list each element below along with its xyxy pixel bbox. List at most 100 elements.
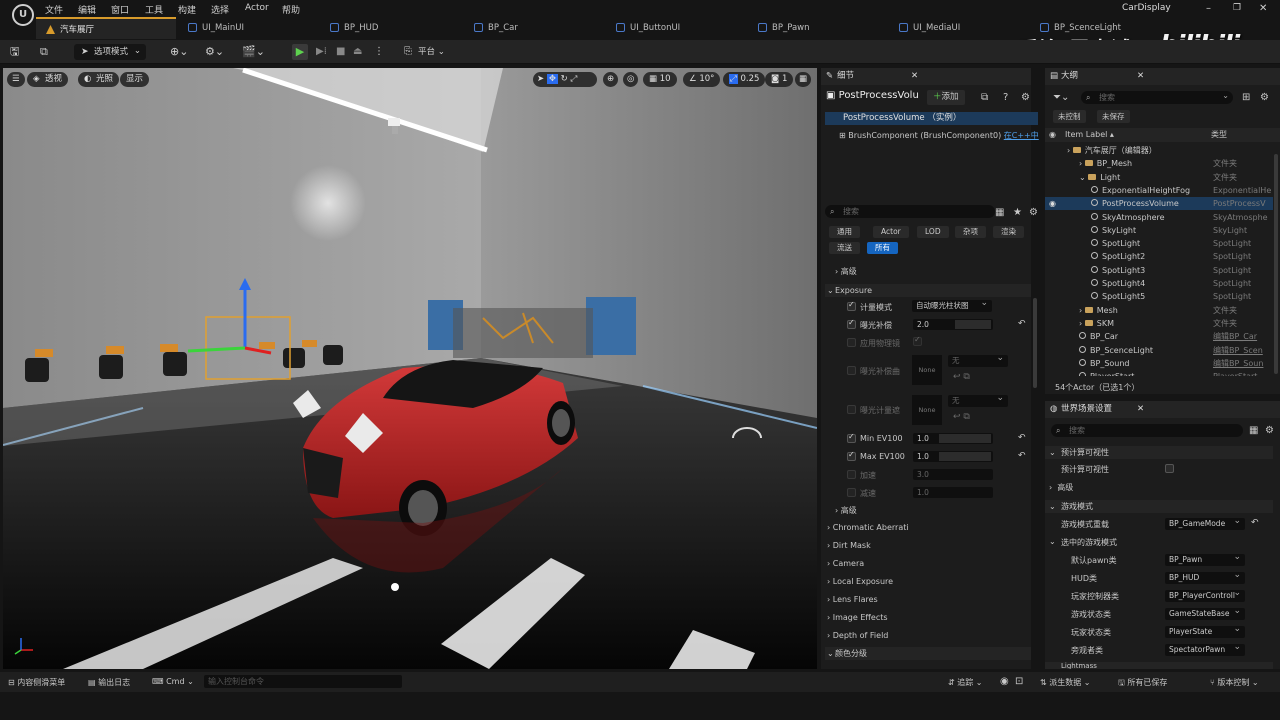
outliner-item[interactable]: ◉ › 汽车展厅（编辑器） [1045, 144, 1273, 157]
viewport-menu-button[interactable]: ☰ [7, 72, 25, 87]
outliner-item[interactable]: ◉ SkyAtmosphere SkyAtmosphe [1045, 211, 1273, 224]
source-control-badge[interactable]: 未控制 [1053, 110, 1086, 123]
blueprint-convert-icon[interactable]: ⧉ [981, 92, 988, 103]
blueprint-menu-icon[interactable]: ⚙⌄ [205, 44, 224, 60]
outliner-item[interactable]: ◉ SkyLight SkyLight [1045, 224, 1273, 237]
game-mode-override-dropdown[interactable]: BP_GameMode [1165, 515, 1245, 530]
stop-icon[interactable]: ■ [336, 44, 345, 60]
outliner-item[interactable]: ◉ › SKM 文件夹 [1045, 317, 1273, 330]
visibility-eye-icon[interactable]: ◉ [1049, 317, 1056, 330]
output-log-button[interactable]: ▤ 输出日志 [88, 677, 130, 688]
visibility-eye-icon[interactable]: ◉ [1049, 197, 1056, 210]
property-matrix-icon[interactable]: ▦ [995, 207, 1004, 218]
tab-bp-hud[interactable]: BP_HUD [320, 17, 460, 39]
max-ev-checkbox[interactable] [847, 450, 856, 461]
rotate-tool-icon[interactable]: ↻ [561, 74, 568, 84]
section-camera[interactable]: › Camera [827, 559, 864, 568]
outliner-item[interactable]: ◉ BP_Sound 编辑BP_Soun [1045, 357, 1273, 370]
menu-tools[interactable]: 工具 [145, 3, 163, 16]
filter-tab-general[interactable]: 通用 [829, 226, 860, 238]
section-depth-of-field[interactable]: › Depth of Field [827, 631, 888, 640]
world-local-toggle[interactable]: ⊕ [603, 72, 619, 87]
exposure-curve-thumbnail[interactable]: None [912, 355, 942, 385]
advanced-row[interactable]: › 高级 [835, 266, 857, 277]
world-search-input[interactable]: ⌕ 搜索 [1051, 424, 1243, 437]
speed-down-checkbox[interactable] [847, 488, 856, 497]
scale-tool-icon[interactable]: ⤢ [570, 74, 577, 84]
details-search-input[interactable]: ⌕ 搜索 [825, 205, 995, 218]
visibility-eye-icon[interactable]: ◉ [1049, 171, 1056, 184]
filter-tab-rendering[interactable]: 渲染 [993, 226, 1024, 238]
speed-up-field[interactable]: 3.0 [913, 469, 993, 480]
apply-physical-checkbox[interactable] [847, 338, 856, 347]
outliner-item[interactable]: ◉ SpotLight3 SpotLight [1045, 264, 1273, 277]
exposure-header[interactable]: ⌄ Exposure [825, 284, 1031, 297]
meter-mask-thumbnail[interactable]: None [912, 395, 942, 425]
close-window-icon[interactable]: ✕ [1259, 3, 1267, 14]
section-local-exposure[interactable]: › Local Exposure [827, 577, 893, 586]
hud-class-dropdown[interactable]: BP_HUD [1165, 569, 1245, 584]
tab-ui-mainui[interactable]: UI_MainUI [178, 17, 318, 39]
section-dirt-mask[interactable]: › Dirt Mask [827, 541, 871, 550]
exposure-comp-field[interactable]: 2.0 [913, 319, 993, 330]
section-color-grading[interactable]: ⌄ 颜色分级 [825, 647, 1031, 660]
column-item-label[interactable]: Item Label ▴ [1065, 128, 1114, 142]
spectator-dropdown[interactable]: SpectatorPawn [1165, 641, 1245, 656]
component-row[interactable]: ⊞ BrushComponent (BrushComponent0) 在C++中 [839, 130, 1039, 141]
min-ev-field[interactable]: 1.0 [913, 433, 993, 444]
play-button[interactable]: ▶ [292, 44, 308, 60]
cmd-dropdown[interactable]: ⌨ Cmd ⌄ [152, 677, 194, 686]
tab-bp-pawn[interactable]: BP_Pawn [748, 17, 888, 39]
details-scrollbar[interactable] [1033, 298, 1037, 388]
outliner-item[interactable]: ◉ PlayerStart PlayerStart [1045, 370, 1273, 376]
outliner-item[interactable]: ◉ SpotLight SpotLight [1045, 237, 1273, 250]
perspective-button[interactable]: ◈ 透视 [27, 72, 69, 87]
speed-down-field[interactable]: 1.0 [913, 487, 993, 498]
record-icon[interactable]: ◉ [1000, 676, 1009, 687]
menu-help[interactable]: 帮助 [282, 3, 300, 16]
filter-settings-icon[interactable]: ⚙ [1029, 207, 1038, 218]
reset-icon[interactable]: ↶ [1018, 319, 1026, 329]
show-button[interactable]: 显示 [120, 72, 150, 87]
outliner-item[interactable]: ◉ SpotLight5 SpotLight [1045, 290, 1273, 303]
outliner-item-type[interactable]: 编辑BP_Scen [1213, 344, 1263, 357]
player-state-dropdown[interactable]: PlayerState [1165, 623, 1245, 638]
settings-icon[interactable]: ⚙ [1021, 92, 1030, 103]
outliner-item[interactable]: ◉ › BP_Mesh 文件夹 [1045, 157, 1273, 170]
close-outliner-icon[interactable]: ✕ [1137, 68, 1144, 85]
exposure-curve-checkbox[interactable] [847, 366, 856, 375]
outliner-item[interactable]: ◉ ExponentialHeightFog ExponentialHe [1045, 184, 1273, 197]
move-tool-icon[interactable]: ✥ [546, 74, 558, 84]
outliner-item[interactable]: ◉ PostProcessVolume PostProcessV [1045, 197, 1273, 211]
console-input[interactable]: 输入控制台命令 [204, 675, 402, 688]
reset-icon[interactable]: ↶ [1251, 518, 1259, 528]
filter-tab-all[interactable]: 所有 [867, 242, 898, 254]
favorites-star-icon[interactable]: ★ [1013, 207, 1022, 218]
section-precomputed-visibility[interactable]: ⌄ 预计算可视性 [1045, 446, 1273, 459]
minimize-icon[interactable]: – [1206, 3, 1211, 14]
eject-icon[interactable]: ⏏ [353, 44, 362, 60]
scale-snap-button[interactable]: ⤢ 0.25 [723, 72, 766, 87]
level-viewport[interactable]: ☰ ◈ 透视 ◐ 光照 显示 ➤ ✥ ↻ ⤢ ⊕ ◎ ▦ 10 ∠ 10° ⤢ 0.… [3, 68, 817, 669]
section-game-mode[interactable]: ⌄ 游戏模式 [1045, 500, 1273, 513]
visibility-eye-icon[interactable]: ◉ [1049, 277, 1056, 290]
lit-button[interactable]: ◐ 光照 [78, 72, 120, 87]
tab-ui-buttonui[interactable]: UI_ButtonUI [606, 17, 746, 39]
filter-tab-streaming[interactable]: 流送 [829, 242, 860, 254]
outliner-scrollbar[interactable] [1274, 154, 1278, 374]
expand-chevron-icon[interactable]: › [1079, 319, 1085, 328]
speed-up-checkbox[interactable] [847, 470, 856, 479]
apply-physical-value-checkbox[interactable] [913, 335, 922, 346]
all-saved-button[interactable]: 🖫 所有已保存 [1118, 677, 1167, 691]
game-state-dropdown[interactable]: GameStateBase [1165, 605, 1245, 620]
metering-mode-dropdown[interactable]: 自动曝光柱状图 [912, 297, 992, 312]
tab-bp-car[interactable]: BP_Car [464, 17, 604, 39]
filter-tab-misc[interactable]: 杂项 [955, 226, 986, 238]
derived-data-button[interactable]: ⇅ 派生数据 ⌄ [1040, 677, 1091, 688]
outliner-search-input[interactable]: ⌕ 搜索 ⌄ [1081, 91, 1233, 104]
filter-icon[interactable]: ⏷⌄ [1053, 92, 1069, 103]
unsaved-badge[interactable]: 未保存 [1097, 110, 1130, 123]
outliner-item[interactable]: ◉ SpotLight4 SpotLight [1045, 277, 1273, 290]
help-icon[interactable]: ? [1003, 92, 1008, 103]
min-ev-checkbox[interactable] [847, 432, 856, 443]
